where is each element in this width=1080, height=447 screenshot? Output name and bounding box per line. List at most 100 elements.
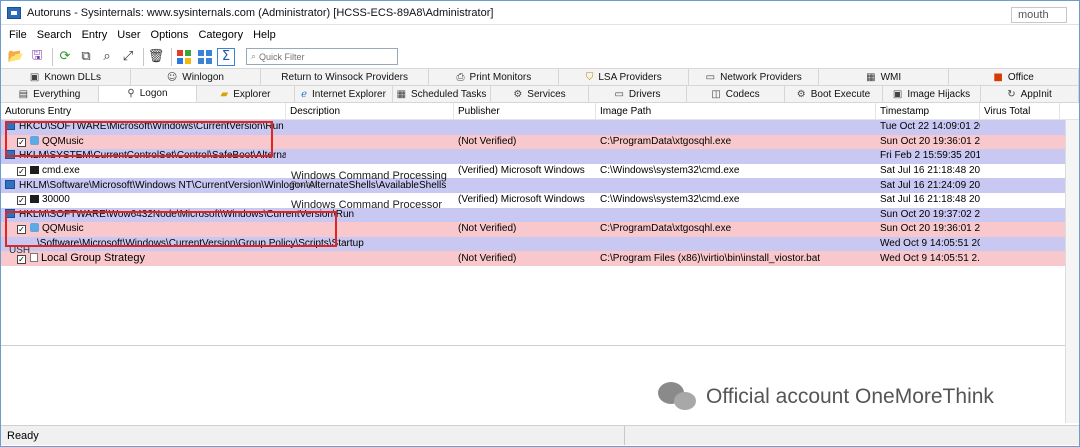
registry-key-icon [5, 150, 15, 160]
timestamp-cell: Sat Jul 16 21:24:09 2016 [880, 179, 980, 191]
qq-icon [30, 135, 39, 145]
tab-image-hijacks[interactable]: ▣ Image Hijacks [883, 86, 981, 102]
table-row[interactable]: \Software\Microsoft\Windows\CurrentVersi… [1, 236, 1079, 252]
enabled-checkbox[interactable]: ✓ [17, 255, 26, 265]
table-row[interactable]: ✓ QQMusic (Not Verified) C:\ProgramData\x… [1, 134, 1079, 150]
timestamp-cell: Fri Feb 2 15:59:35 2018 [880, 150, 980, 162]
image-path-cell: C:\Program Files (x86)\virtio\bin\instal… [600, 252, 821, 264]
table-row[interactable]: ✓ Local Group Strategy (Not Verified) C:\… [1, 251, 1079, 266]
boot-icon: ⚙ [796, 88, 806, 100]
entry-cell: ✓ cmd.exe [17, 165, 80, 177]
menu-category[interactable]: Category [198, 29, 243, 41]
menu-options[interactable]: Options [151, 29, 189, 41]
enabled-checkbox[interactable]: ✓ [17, 196, 26, 206]
tab-known-dlls[interactable]: ▣ Known DLLs [1, 69, 131, 85]
menu-file[interactable]: File [9, 29, 27, 41]
window-title: Autoruns - Sysinternals: www.sysinternal… [27, 6, 494, 19]
toolbar-separator [171, 47, 172, 66]
column-header-image-path[interactable]: Image Path [596, 102, 876, 120]
tab-winsock-providers[interactable]: Return to Winsock Providers [261, 69, 430, 85]
table-row[interactable]: HKLM\SOFTWARE\Wow6432Node\Microsoft\Wind… [1, 207, 1079, 223]
menu-help[interactable]: Help [253, 29, 276, 41]
windows-icon[interactable] [175, 48, 193, 66]
grid-icon[interactable] [196, 48, 214, 66]
table-row[interactable]: ✓ QQMusic (Not Verified) C:\ProgramData\x… [1, 222, 1079, 237]
timestamp-cell: Sun Oct 20 19:36:01 2... [880, 135, 980, 147]
overlay-text-ush: USH [9, 245, 31, 256]
table-row[interactable]: HKLM\SYSTEM\CurrentControlSet\Control\Sa… [1, 149, 1079, 164]
image-path-cell: C:\Windows\system32\cmd.exe [600, 165, 740, 177]
publisher-cell: (Verified) Microsoft Windows [458, 165, 585, 177]
printer-icon: ⎙ [456, 71, 465, 83]
find-icon[interactable]: ⌕ [98, 48, 116, 66]
tab-appinit[interactable]: ↻ AppInit [981, 86, 1079, 102]
entries-list: HKCU\SOFTWARE\Microsoft\Windows\CurrentV… [1, 120, 1079, 346]
column-header-description[interactable]: Description [286, 102, 454, 120]
tab-scheduled-tasks[interactable]: ▦ Scheduled Tasks [393, 86, 491, 102]
user-icon: ☺ [166, 71, 178, 83]
status-bar: Ready [1, 425, 1079, 445]
entry-cell: ✓ QQMusic [17, 223, 84, 235]
table-row[interactable]: HKCU\SOFTWARE\Microsoft\Windows\CurrentV… [1, 120, 1079, 135]
tab-lsa-providers[interactable]: ⛉ LSA Providers [559, 69, 690, 85]
qq-icon [30, 223, 39, 233]
tab-network-providers[interactable]: ▭ Network Providers [689, 69, 820, 85]
menu-entry[interactable]: Entry [82, 29, 108, 41]
codec-icon: ◫ [711, 88, 721, 100]
enabled-checkbox[interactable]: ✓ [17, 225, 26, 235]
publisher-cell: (Not Verified) [458, 252, 517, 264]
tab-print-monitors[interactable]: ⎙ Print Monitors [429, 69, 560, 85]
tab-explorer[interactable]: ▰ Explorer [197, 86, 295, 102]
autoruns-app-icon [7, 6, 21, 19]
tab-everything[interactable]: ▤ Everything [1, 86, 99, 102]
column-header-virus-total[interactable]: Virus Total [980, 102, 1060, 120]
entry-cell: \Software\Microsoft\Windows\CurrentVersi… [37, 238, 364, 250]
column-header-entry[interactable]: Autoruns Entry [1, 102, 286, 120]
tab-winlogon[interactable]: ☺ Winlogon [131, 69, 261, 85]
publisher-cell: (Not Verified) [458, 223, 517, 235]
sigma-icon[interactable]: Σ [217, 47, 235, 66]
enabled-checkbox[interactable]: ✓ [17, 137, 26, 147]
table-row[interactable]: HKLM\Software\Microsoft\Windows NT\Curre… [1, 178, 1079, 193]
quick-filter-box[interactable]: ⌕ [246, 48, 398, 65]
delete-icon[interactable]: 🗑 [147, 48, 165, 66]
overlay-text-prompt: Prompt [291, 180, 317, 189]
jump-icon[interactable]: ⤢ [119, 48, 137, 66]
open-icon[interactable]: 📂 [7, 48, 25, 66]
save-icon[interactable]: 🖫 [28, 48, 46, 66]
entry-cell: ✓ 30000 [17, 194, 70, 206]
entry-cell: HKCU\SOFTWARE\Microsoft\Windows\CurrentV… [1, 120, 286, 134]
menu-search[interactable]: Search [37, 29, 72, 41]
column-header-publisher[interactable]: Publisher [454, 102, 596, 120]
script-icon [30, 253, 38, 263]
menu-user[interactable]: User [117, 29, 140, 41]
tab-drivers[interactable]: ▭ Drivers [589, 86, 687, 102]
tab-boot-execute[interactable]: ⚙ Boot Execute [785, 86, 883, 102]
hijack-icon: ▣ [892, 88, 903, 100]
cmd-icon [30, 166, 39, 175]
tab-services[interactable]: ⚙ Services [491, 86, 589, 102]
tab-wmi[interactable]: ▦ WMI [819, 69, 950, 85]
table-row[interactable]: ✓ 30000 (Verified) Microsoft Windows C:\W… [1, 192, 1079, 208]
copy-icon[interactable]: ⧉ [77, 48, 95, 66]
table-row[interactable]: ✓ cmd.exe (Verified) Microsoft Windows C:… [1, 163, 1079, 179]
quick-filter-input[interactable] [256, 51, 387, 62]
refresh-icon[interactable]: ⟳ [56, 48, 74, 66]
overlay-text-processor: Windows Command Processor [291, 199, 442, 211]
menu-bar: File Search Entry User Options Category … [1, 25, 1079, 45]
wmi-icon: ▦ [866, 71, 876, 83]
tab-office[interactable]: ■ Office [949, 69, 1080, 85]
window-icon: ▤ [18, 88, 29, 100]
column-header-timestamp[interactable]: Timestamp [876, 102, 980, 120]
image-path-cell: C:\Windows\system32\cmd.exe [600, 194, 740, 206]
registry-key-icon [5, 208, 15, 218]
shield-icon: ⛉ [585, 71, 594, 83]
watermark-text: Official account OneMoreThink [706, 385, 994, 408]
vertical-scrollbar[interactable] [1065, 120, 1079, 423]
enabled-checkbox[interactable]: ✓ [17, 167, 26, 177]
tab-codecs[interactable]: ◫ Codecs [687, 86, 785, 102]
entry-cell: ✓ Local Group Strategy [17, 252, 145, 265]
tab-internet-explorer[interactable]: ℯ Internet Explorer [295, 86, 393, 102]
services-icon: ⚙ [513, 88, 523, 100]
tab-logon[interactable]: ⚲ Logon [99, 86, 197, 102]
